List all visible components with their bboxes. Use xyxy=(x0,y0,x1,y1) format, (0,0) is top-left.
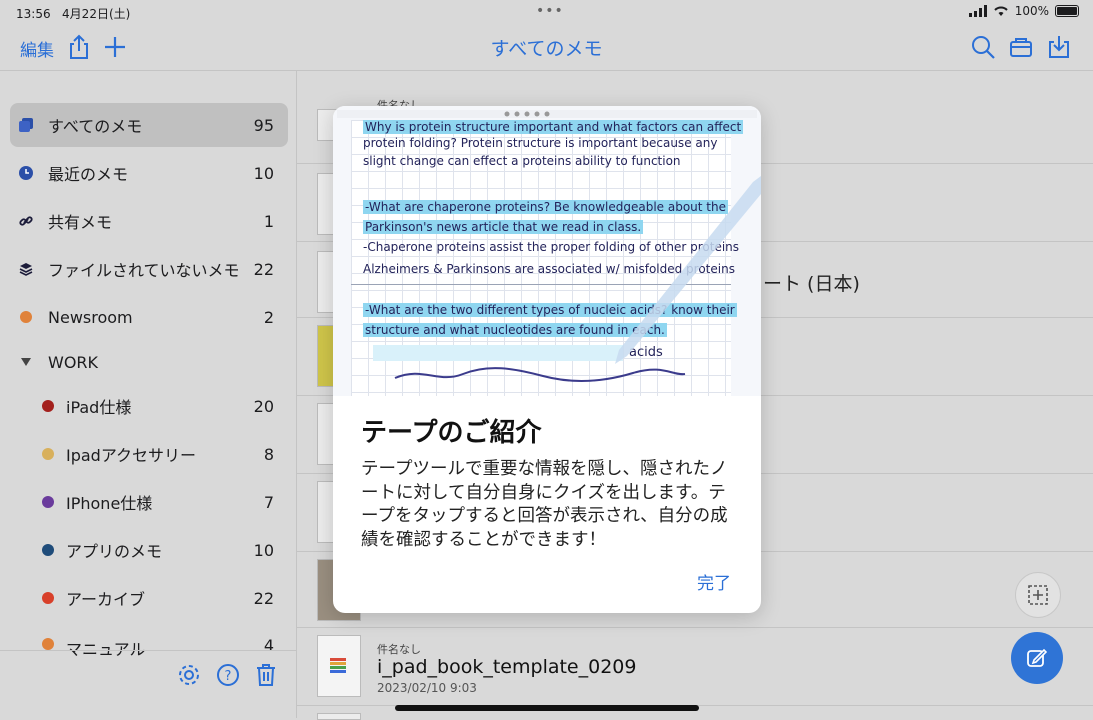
time-text: 13:56 xyxy=(16,7,51,21)
new-note-button[interactable] xyxy=(1011,632,1063,684)
sidebar-item-shared[interactable]: 共有メモ 1 xyxy=(10,199,288,243)
folder-color-dot-icon xyxy=(40,542,56,558)
sidebar-item-count: 10 xyxy=(253,163,274,183)
sidebar-group-work[interactable]: WORK xyxy=(10,340,288,384)
sidebar-item-label: アプリのメモ xyxy=(66,542,163,561)
sidebar-item-count: 1 xyxy=(263,211,274,231)
preview-line: Why is protein structure important and w… xyxy=(363,120,744,134)
tape-preview-image: Why is protein structure important and w… xyxy=(333,106,761,396)
note-title: i_pad_book_template_0209 xyxy=(377,656,637,678)
preview-toolbar-icon xyxy=(337,110,757,118)
preview-line: protein folding? Protein structure is im… xyxy=(363,136,717,150)
sidebar-item-all-notes[interactable]: すべてのメモ 95 xyxy=(10,103,288,147)
note-thumbnail xyxy=(317,713,361,720)
status-right: 100% xyxy=(968,4,1079,18)
battery-percent: 100% xyxy=(1014,4,1049,18)
sidebar-item-app-notes[interactable]: アプリのメモ 10 xyxy=(10,528,288,572)
preview-line: Parkinson's news article that we read in… xyxy=(363,220,644,234)
sidebar-item-unfiled[interactable]: ファイルされていないメモ 22 xyxy=(10,247,288,291)
template-preview-icon xyxy=(330,658,346,673)
signal-icon xyxy=(968,5,987,17)
sidebar-item-label: 最近のメモ xyxy=(48,165,129,184)
folder-icon[interactable] xyxy=(1008,34,1034,60)
sidebar-item-count: 2 xyxy=(263,307,274,327)
sidebar-item-count: 7 xyxy=(263,492,274,512)
notes-icon xyxy=(18,117,34,133)
sidebar-item-ipad-accessory[interactable]: Ipadアクセサリー 8 xyxy=(10,432,288,476)
clock-icon xyxy=(18,165,34,181)
folder-color-dot-icon xyxy=(40,446,56,462)
sidebar-item-recent[interactable]: 最近のメモ 10 xyxy=(10,151,288,195)
dialog-title: テープのご紹介 xyxy=(361,418,542,448)
folder-color-dot-icon xyxy=(40,398,56,414)
sidebar-item-label: IPhone仕様 xyxy=(66,494,153,513)
sidebar-item-label: すべてのメモ xyxy=(48,117,143,136)
battery-icon xyxy=(1055,5,1079,17)
link-icon xyxy=(18,213,34,229)
wifi-icon xyxy=(993,6,1008,16)
status-time: 13:56 4月22日(土) xyxy=(16,5,130,22)
folder-color-dot-icon xyxy=(18,309,34,325)
folder-color-dot-icon xyxy=(40,590,56,606)
svg-text:?: ? xyxy=(225,669,232,684)
preview-line-text: Parkinson's news article that we read in… xyxy=(363,220,644,234)
sidebar-item-ipad-spec[interactable]: iPad仕様 20 xyxy=(10,384,288,428)
compose-icon xyxy=(1027,648,1048,667)
multitasking-dots-icon[interactable]: ••• xyxy=(536,3,564,19)
sidebar-group-label: WORK xyxy=(48,352,99,372)
page-title: すべてのメモ xyxy=(490,38,603,60)
list-item[interactable]: 件名なし i_pad_book_template_0209 2023/02/10… xyxy=(297,627,1093,706)
gear-icon[interactable] xyxy=(177,663,201,687)
preview-line-text: protein folding? Protein structure is im… xyxy=(363,136,718,150)
tape-strip xyxy=(373,345,623,361)
note-date: 2023/02/10 9:03 xyxy=(377,681,477,695)
sidebar-item-count: 20 xyxy=(253,396,274,416)
sidebar-item-label: Newsroom xyxy=(48,307,133,327)
sidebar-item-newsroom[interactable]: Newsroom 2 xyxy=(10,295,288,339)
date-text: 4月22日(土) xyxy=(62,7,131,21)
sidebar-item-label: アーカイブ xyxy=(66,590,146,609)
sidebar-item-archive[interactable]: アーカイブ 22 xyxy=(10,576,288,620)
stack-icon xyxy=(18,261,34,277)
scan-selection-button[interactable] xyxy=(1015,572,1061,618)
tape-intro-dialog: Why is protein structure important and w… xyxy=(333,106,761,613)
done-button[interactable]: 完了 xyxy=(697,569,731,594)
status-bar: 13:56 4月22日(土) ••• 100% xyxy=(0,0,1093,22)
home-indicator[interactable] xyxy=(395,705,699,711)
sidebar-item-iphone-spec[interactable]: IPhone仕様 7 xyxy=(10,480,288,524)
search-icon[interactable] xyxy=(970,34,996,60)
sidebar-item-label: ファイルされていないメモ xyxy=(48,261,240,280)
sidebar-item-label: iPad仕様 xyxy=(66,398,132,417)
sidebar: すべてのメモ 95 最近のメモ 10 共有メモ 1 ファイルされていないメモ 2… xyxy=(0,71,297,718)
sidebar-toolbar: ? xyxy=(0,650,296,719)
disclosure-triangle-icon[interactable] xyxy=(18,354,34,370)
dialog-body: テープツールで重要な情報を隠し、隠されたノートに対して自分自身にクイズを出します… xyxy=(361,459,728,550)
help-icon[interactable]: ? xyxy=(216,663,240,687)
sidebar-item-count: 22 xyxy=(253,259,274,279)
preview-line: slight change can effect a proteins abil… xyxy=(363,154,681,168)
sidebar-item-count: 22 xyxy=(253,588,274,608)
trash-icon[interactable] xyxy=(255,663,277,687)
folder-color-dot-icon xyxy=(40,494,56,510)
nav-bar: 編集 すべてのメモ xyxy=(0,22,1093,71)
handwritten-scribble-icon xyxy=(394,367,686,382)
preview-line-text: slight change can effect a proteins abil… xyxy=(363,154,681,168)
sidebar-item-label: 共有メモ xyxy=(48,213,113,232)
apple-pencil-icon xyxy=(615,176,761,364)
sidebar-item-label: Ipadアクセサリー xyxy=(66,446,197,465)
preview-line-text: Why is protein structure important and w… xyxy=(363,120,744,134)
note-thumbnail xyxy=(317,635,361,697)
sidebar-item-count: 10 xyxy=(253,540,274,560)
sidebar-item-count: 95 xyxy=(253,115,274,135)
sidebar-item-count: 8 xyxy=(263,444,274,464)
dashed-square-plus-icon xyxy=(1028,585,1048,605)
note-label: 件名なし xyxy=(377,643,421,656)
note-title: ート (日本) xyxy=(763,273,860,295)
import-icon[interactable] xyxy=(1046,34,1072,60)
